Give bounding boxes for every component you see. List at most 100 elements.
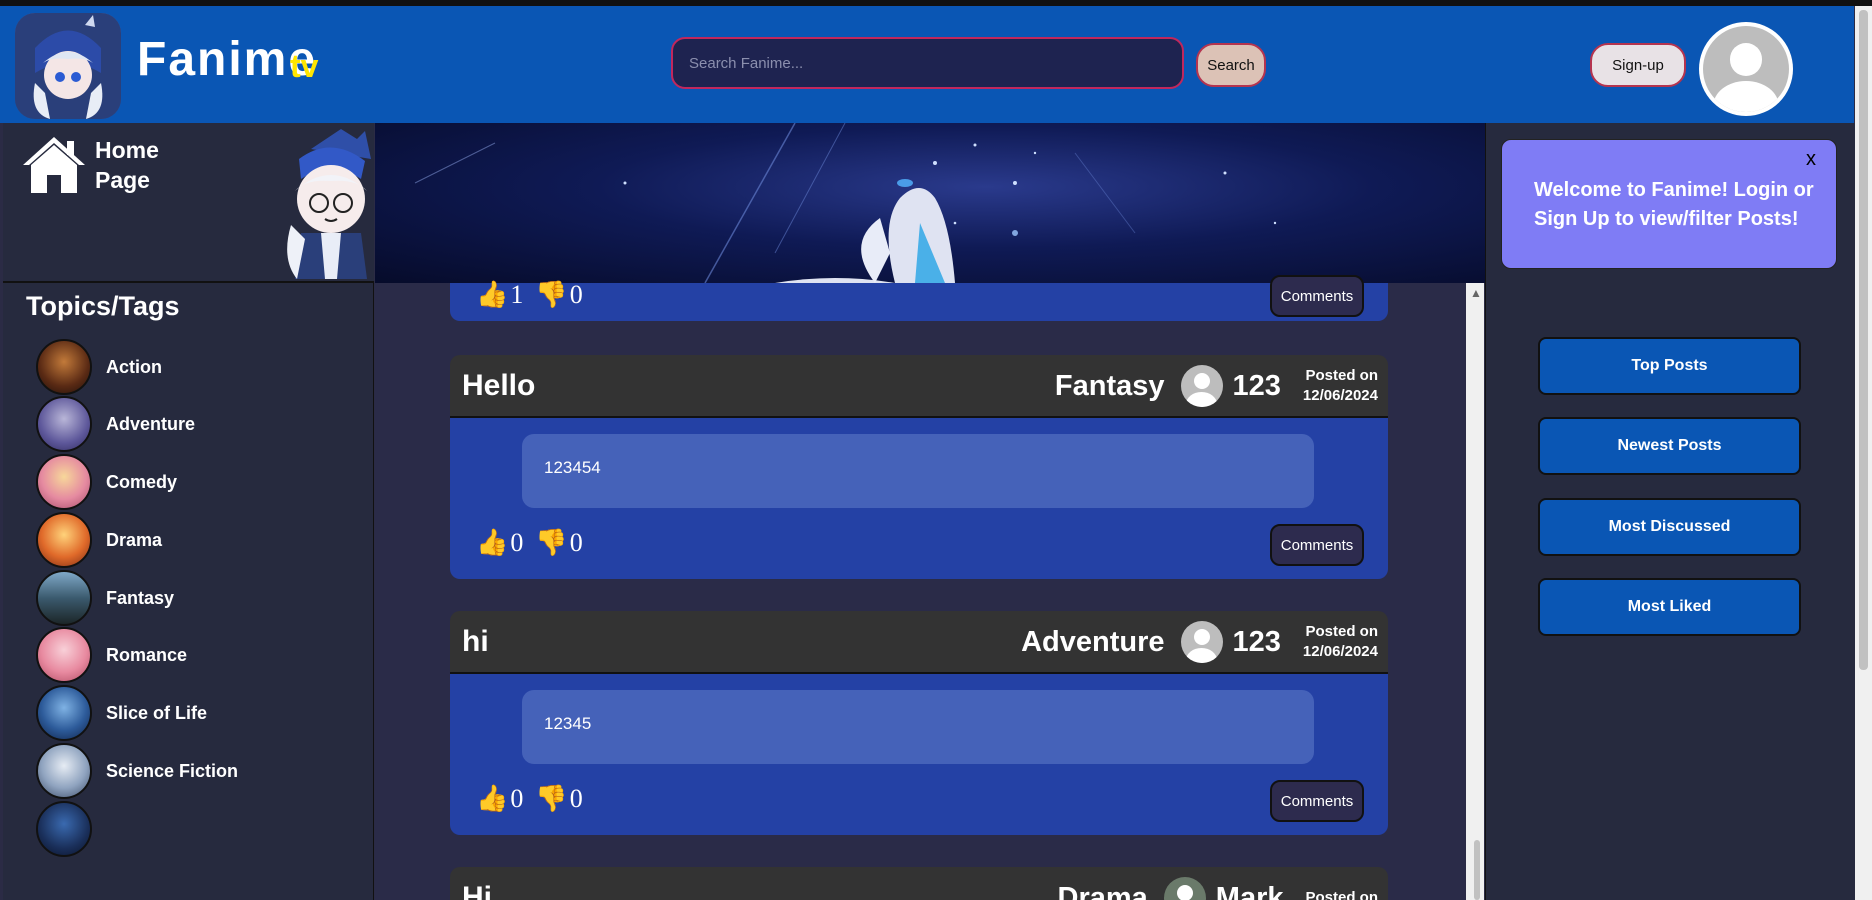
topic-label: Science Fiction	[106, 760, 239, 781]
post-date: Posted on	[1305, 888, 1378, 900]
post-meta: Fantasy 123 Posted on 12/06/2024	[1055, 361, 1378, 411]
comments-button[interactable]: Comments	[1270, 780, 1364, 822]
post-username[interactable]: Mark	[1216, 882, 1284, 900]
post-card: Hi Drama Mark Posted on	[450, 867, 1388, 900]
thumbs-down-icon[interactable]: 👎	[535, 280, 567, 310]
most-liked-button[interactable]: Most Liked	[1538, 578, 1801, 636]
post-content: 12345	[522, 690, 1314, 764]
thumbs-down-icon[interactable]: 👎	[535, 528, 567, 558]
previous-post-footer: 👍 1 👎 0 Comments	[450, 275, 1388, 321]
topic-science-fiction[interactable]: Science Fiction	[36, 742, 356, 800]
topic-slice-of-life[interactable]: Slice of Life	[36, 684, 356, 742]
page-scroll-thumb[interactable]	[1859, 10, 1868, 670]
topic-thumbnail	[36, 801, 92, 857]
comments-button[interactable]: Comments	[1270, 275, 1364, 317]
post-meta: Drama Mark Posted on	[1058, 873, 1378, 900]
home-link[interactable]: Home Page	[3, 123, 374, 283]
thumbs-up-icon[interactable]: 👍	[476, 528, 508, 558]
thumbs-down-icon[interactable]: 👎	[535, 784, 567, 814]
topic-thumbnail	[36, 396, 92, 452]
topic-label: Fantasy	[106, 587, 175, 608]
newest-posts-button[interactable]: Newest Posts	[1538, 417, 1801, 475]
user-avatar-icon[interactable]	[1699, 22, 1793, 116]
post-title[interactable]: Hello	[462, 369, 535, 403]
topic-thumbnail	[36, 570, 92, 626]
site-header: Fanime tv Search Sign-up	[0, 6, 1854, 123]
topic-action[interactable]: Action	[36, 338, 356, 396]
vote-row: 👍 0 👎 0	[476, 528, 583, 558]
logo-image[interactable]	[15, 13, 121, 119]
topic-thumbnail	[36, 339, 92, 395]
topic-thumbnail	[36, 512, 92, 568]
posted-on-label: Posted on	[1305, 623, 1378, 640]
like-count: 1	[510, 280, 524, 309]
topic-more[interactable]	[36, 800, 356, 858]
topic-thumbnail	[36, 627, 92, 683]
topic-fantasy[interactable]: Fantasy	[36, 569, 356, 627]
post-username[interactable]: 123	[1233, 626, 1281, 659]
topic-thumbnail	[36, 454, 92, 510]
post-header: hi Adventure 123 Posted on 12/06/2024	[450, 611, 1388, 674]
topic-romance[interactable]: Romance	[36, 626, 356, 684]
user-avatar-icon[interactable]	[1180, 621, 1223, 663]
signup-button[interactable]: Sign-up	[1590, 43, 1686, 87]
search-button[interactable]: Search	[1196, 43, 1266, 87]
feed-scroll-thumb[interactable]	[1474, 840, 1480, 900]
comments-button[interactable]: Comments	[1270, 524, 1364, 566]
home-label: Home Page	[95, 137, 159, 193]
post-date: Posted on 12/06/2024	[1303, 622, 1378, 662]
posted-on-label: Posted on	[1305, 889, 1378, 900]
post-header: Hello Fantasy 123 Posted on 12/06/2024	[450, 355, 1388, 418]
dislike-count: 0	[569, 280, 583, 309]
post-tag[interactable]: Fantasy	[1055, 370, 1165, 403]
post-card: hi Adventure 123 Posted on 12/06/2024 12…	[450, 611, 1388, 835]
thumbs-up-icon[interactable]: 👍	[476, 280, 508, 310]
topic-thumbnail	[36, 685, 92, 741]
feed-scrollbar[interactable]	[1466, 283, 1484, 900]
topic-label: Drama	[106, 529, 163, 550]
topic-label: Action	[106, 356, 162, 377]
thumbs-up-icon[interactable]: 👍	[476, 784, 508, 814]
topic-label: Romance	[106, 644, 188, 665]
post-tag[interactable]: Drama	[1058, 882, 1148, 900]
dislike-count: 0	[569, 528, 583, 557]
topic-drama[interactable]: Drama	[36, 511, 356, 569]
left-sidebar: Home Page Topics/Tags Action Adventure C…	[3, 123, 374, 900]
house-icon	[23, 137, 85, 193]
logo-tv-text[interactable]: tv	[290, 48, 318, 85]
most-discussed-button[interactable]: Most Discussed	[1538, 498, 1801, 556]
vote-row: 👍 0 👎 0	[476, 784, 583, 814]
topic-label: Adventure	[106, 413, 196, 434]
top-posts-button[interactable]: Top Posts	[1538, 337, 1801, 395]
like-count: 0	[510, 784, 524, 813]
post-date: Posted on 12/06/2024	[1303, 366, 1378, 406]
chibi-character-image	[287, 129, 371, 279]
post-meta: Adventure 123 Posted on 12/06/2024	[1021, 617, 1378, 667]
post-body: 123454 👍 0 👎 0 Comments	[450, 418, 1388, 579]
posted-date-value: 12/06/2024	[1302, 387, 1378, 404]
post-title[interactable]: Hi	[462, 881, 492, 900]
dislike-count: 0	[569, 784, 583, 813]
user-avatar-icon[interactable]	[1163, 877, 1206, 900]
close-icon[interactable]: x	[1806, 148, 1816, 171]
user-avatar-icon[interactable]	[1180, 365, 1223, 407]
post-tag[interactable]: Adventure	[1021, 626, 1164, 659]
vote-row: 👍 1 👎 0	[476, 280, 583, 310]
posted-on-label: Posted on	[1305, 367, 1378, 384]
search-input[interactable]	[671, 37, 1184, 89]
welcome-text: Welcome to Fanime! Login or Sign Up to v…	[1534, 179, 1814, 230]
topic-label: Slice of Life	[106, 702, 208, 723]
post-card: Hello Fantasy 123 Posted on 12/06/2024 1…	[450, 355, 1388, 579]
post-body: 12345 👍 0 👎 0 Comments	[450, 674, 1388, 835]
topic-label: Comedy	[106, 471, 178, 492]
topics-title: Topics/Tags	[26, 291, 180, 321]
welcome-notice: x Welcome to Fanime! Login or Sign Up to…	[1501, 139, 1837, 269]
scroll-up-arrow-icon[interactable]: ▲	[1470, 286, 1482, 300]
topic-adventure[interactable]: Adventure	[36, 395, 356, 453]
topic-comedy[interactable]: Comedy	[36, 453, 356, 511]
post-header: Hi Drama Mark Posted on	[450, 867, 1388, 900]
hero-banner-image	[375, 123, 1485, 283]
post-title[interactable]: hi	[462, 625, 489, 659]
post-username[interactable]: 123	[1233, 370, 1281, 403]
posted-date-value: 12/06/2024	[1302, 643, 1378, 660]
